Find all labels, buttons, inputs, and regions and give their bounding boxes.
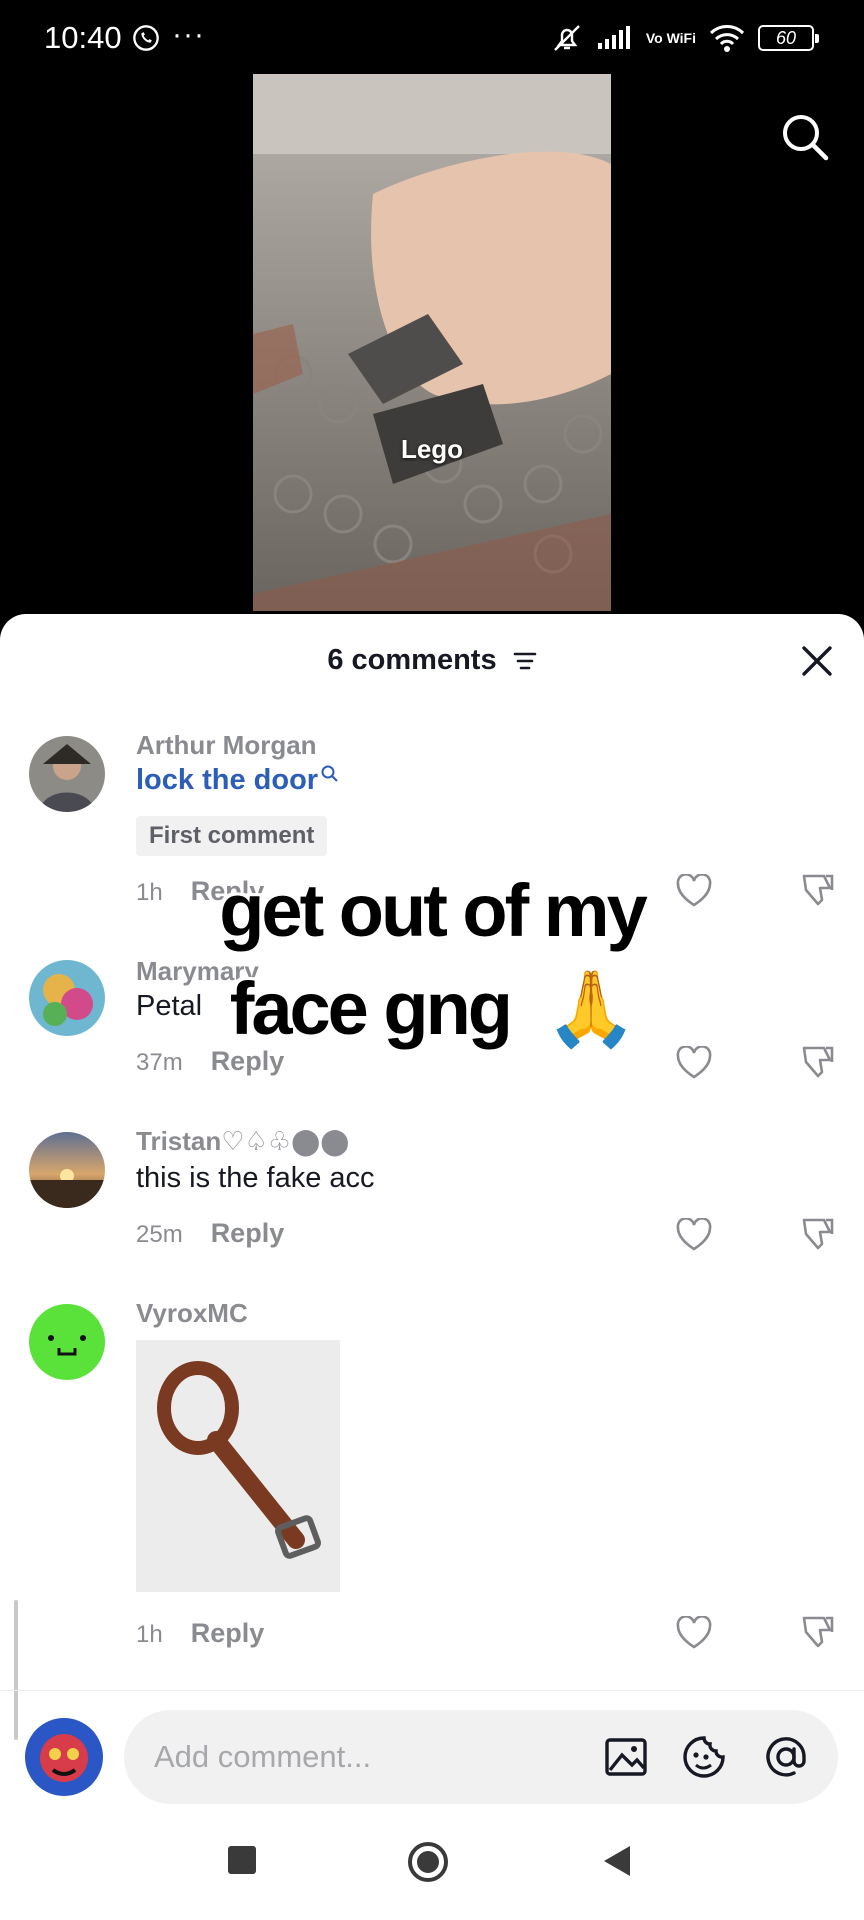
comments-count: 6 comments — [327, 644, 497, 676]
comment-time: 1h — [136, 1621, 163, 1648]
lego-video-frame — [253, 74, 611, 611]
like-icon[interactable] — [676, 1616, 712, 1650]
comment-time: 37m — [136, 1049, 183, 1076]
comment-meta: 25m Reply — [136, 1218, 284, 1249]
search-link-icon — [321, 765, 338, 782]
search-icon[interactable] — [780, 112, 830, 162]
overlay-text-line1: get out of my — [218, 868, 650, 954]
comment-text[interactable]: lock the door — [136, 764, 340, 797]
like-icon[interactable] — [676, 1218, 712, 1252]
close-icon[interactable] — [800, 644, 834, 678]
video-preview[interactable]: Lego — [253, 74, 611, 611]
comment-text[interactable]: this is the fake acc — [136, 1162, 375, 1195]
overlay-text-line2: face gng 🙏 — [228, 966, 637, 1052]
reply-button[interactable]: Reply — [211, 1218, 285, 1248]
avatar[interactable] — [29, 1132, 105, 1208]
vowifi-label: Vo WiFi — [645, 29, 696, 46]
comment-username[interactable]: Tristan♡♤♧⬤⬤ — [136, 1126, 349, 1157]
scrollbar[interactable] — [14, 1600, 18, 1740]
mention-icon[interactable] — [764, 1735, 808, 1779]
dislike-icon[interactable] — [800, 1216, 836, 1252]
dislike-icon[interactable] — [800, 1614, 836, 1650]
pray-emoji: 🙏 — [545, 967, 637, 1050]
comment-username[interactable]: Arthur Morgan — [136, 730, 317, 761]
status-time: 10:40 — [44, 20, 122, 55]
comment-username[interactable]: VyroxMC — [136, 1298, 248, 1329]
comments-header[interactable]: 6 comments — [0, 644, 864, 677]
system-nav-bar — [0, 1812, 864, 1920]
avatar[interactable] — [29, 736, 105, 812]
comment-input[interactable]: Add comment... — [124, 1710, 838, 1804]
screen: 10:40 ··· Vo WiFi 60 Lego 6 comments Art… — [0, 0, 864, 1920]
home-button[interactable] — [406, 1840, 450, 1884]
comment-time: 25m — [136, 1221, 183, 1248]
sort-icon[interactable] — [513, 651, 537, 671]
video-caption: Lego — [400, 434, 464, 464]
my-avatar[interactable] — [25, 1718, 103, 1796]
comment-meta: 1h Reply — [136, 1618, 264, 1649]
more-notifications-icon: ··· — [172, 18, 205, 51]
image-icon[interactable] — [604, 1735, 648, 1779]
status-right: Vo WiFi 60 — [550, 20, 819, 56]
divider — [0, 1690, 864, 1691]
recents-button[interactable] — [226, 1844, 258, 1876]
status-bar: 10:40 ··· Vo WiFi 60 — [0, 0, 864, 74]
reply-button[interactable]: Reply — [191, 1618, 265, 1648]
battery-icon: 60 — [758, 25, 819, 51]
avatar[interactable] — [29, 1304, 105, 1380]
comment-input-placeholder: Add comment... — [154, 1739, 372, 1774]
back-button[interactable] — [600, 1844, 634, 1878]
mute-bell-icon — [553, 25, 580, 51]
whatsapp-icon — [133, 25, 159, 51]
comment-image[interactable] — [136, 1340, 340, 1592]
first-comment-badge: First comment — [136, 816, 328, 856]
signal-icon — [597, 26, 630, 49]
wifi-icon — [709, 25, 745, 52]
emoji-icon[interactable] — [682, 1735, 726, 1779]
